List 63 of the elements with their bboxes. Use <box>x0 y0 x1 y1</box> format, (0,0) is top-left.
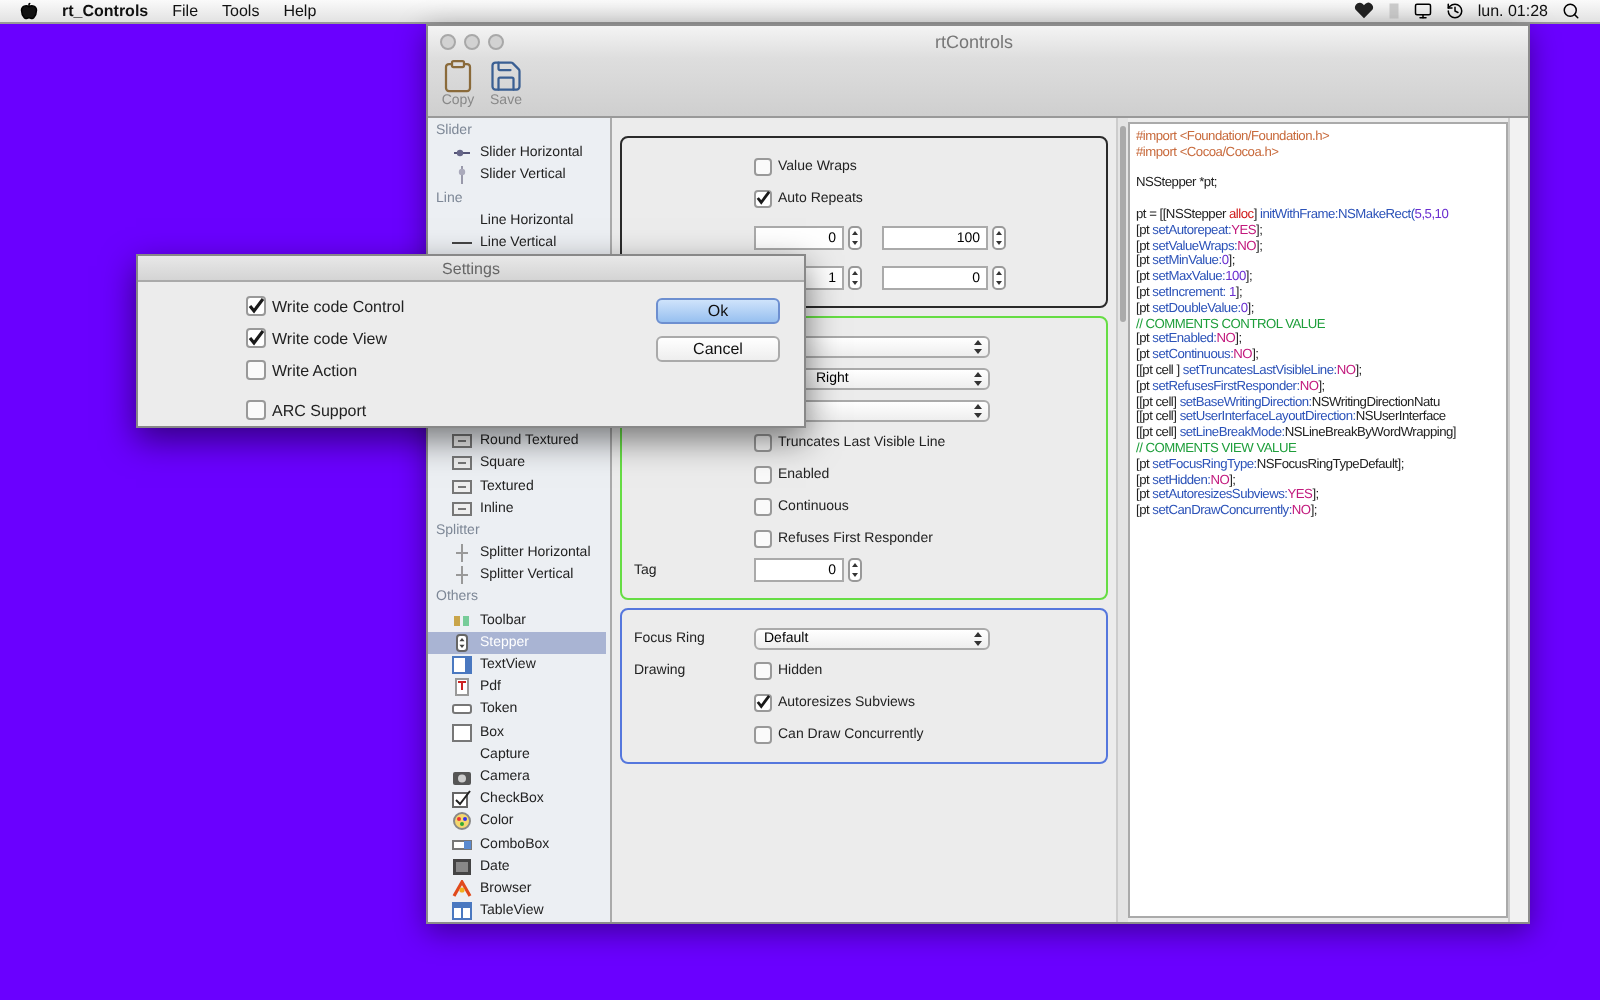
clipboard-icon <box>440 58 476 94</box>
calendar-icon <box>452 857 472 876</box>
button-icon <box>452 477 472 496</box>
time-machine-icon[interactable] <box>1445 2 1464 20</box>
stepper-control[interactable] <box>848 558 862 582</box>
button-icon <box>452 454 472 473</box>
popup-arrows-icon <box>974 631 982 645</box>
code-editor[interactable] <box>1128 122 1508 918</box>
checkbox[interactable] <box>754 661 772 679</box>
stepper-control[interactable] <box>848 226 862 250</box>
splitter-icon <box>452 566 472 585</box>
checkbox[interactable] <box>246 360 266 380</box>
search-icon[interactable] <box>1562 2 1580 20</box>
scrollbar[interactable] <box>1508 118 1528 922</box>
checkbox[interactable] <box>754 433 772 451</box>
checkbox-icon <box>452 790 472 809</box>
checkbox[interactable] <box>754 189 772 207</box>
splitter-icon <box>452 544 472 563</box>
checkbox[interactable] <box>754 157 772 175</box>
checkbox[interactable] <box>754 465 772 483</box>
checkbox-label: Write code View <box>272 329 388 347</box>
popup-arrows-icon <box>974 339 982 353</box>
table-icon <box>452 902 472 921</box>
apple-icon[interactable] <box>20 2 38 20</box>
checkbox[interactable] <box>754 497 772 515</box>
button-icon <box>452 432 472 451</box>
heart-icon[interactable] <box>1353 2 1374 20</box>
menu-item[interactable]: File <box>172 2 199 20</box>
popup-arrows-icon <box>974 403 982 417</box>
dialog-button[interactable]: Cancel <box>656 336 780 362</box>
stepper-control[interactable] <box>848 266 862 290</box>
combo-box-icon <box>452 835 472 854</box>
dialog-title: Settings <box>138 256 804 282</box>
text-view-icon <box>452 656 472 675</box>
checkbox-label: ARC Support <box>272 401 367 419</box>
popup-arrows-icon <box>974 371 982 385</box>
checkbox[interactable] <box>246 328 266 348</box>
checkbox[interactable] <box>754 693 772 711</box>
dialog-button[interactable]: Ok <box>656 298 780 324</box>
checkbox[interactable] <box>246 400 266 420</box>
toolbar-icon <box>452 611 472 630</box>
color-wheel-icon <box>452 812 472 831</box>
clock[interactable]: lun. 01:28 <box>1477 2 1548 20</box>
camera-icon <box>452 767 472 786</box>
menu-item[interactable]: Tools <box>222 2 260 20</box>
scrollbar[interactable] <box>1116 118 1128 922</box>
token-icon <box>452 700 472 719</box>
button-icon <box>452 499 472 518</box>
box-icon <box>452 723 472 742</box>
checkbox-label: Write code Control <box>272 297 405 315</box>
stepper-control[interactable] <box>992 266 1006 290</box>
checkbox[interactable] <box>754 725 772 743</box>
window-title: rtControls <box>932 32 1015 52</box>
app-menu[interactable]: rt_Controls <box>62 2 149 20</box>
checkbox[interactable] <box>246 296 266 316</box>
browser-icon <box>452 879 472 898</box>
stepper-icon <box>452 633 472 652</box>
stepper-control[interactable] <box>992 226 1006 250</box>
display-icon[interactable] <box>1413 2 1432 20</box>
checkbox-label: Write Action <box>272 361 358 379</box>
document-icon <box>452 678 472 697</box>
menu-item[interactable]: Help <box>283 2 317 20</box>
checkbox[interactable] <box>754 529 772 547</box>
